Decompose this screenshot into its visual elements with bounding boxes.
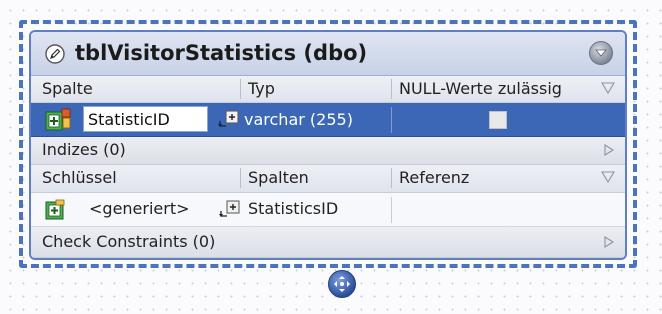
key-header-spalten: Spalten (248, 168, 309, 187)
connection-handle-icon[interactable] (328, 270, 356, 298)
column-name-field[interactable]: StatisticID (83, 106, 208, 132)
key-icon (45, 199, 65, 220)
nullable-checkbox[interactable] (489, 111, 507, 129)
expand-icon[interactable] (218, 110, 240, 130)
table-design-box[interactable]: tblVisitorStatistics (dbo) Spalte Typ NU… (29, 30, 627, 260)
check-constraints-section[interactable]: Check Constraints (0) (31, 227, 625, 258)
column-name: StatisticID (88, 110, 170, 129)
key-name[interactable]: <generiert> (89, 199, 190, 218)
filter-icon[interactable] (601, 171, 615, 183)
check-constraints-label: Check Constraints (0) (42, 232, 216, 251)
collapse-icon[interactable] (589, 41, 613, 65)
column-type[interactable]: varchar (255) (244, 110, 353, 129)
key-row[interactable]: <generiert> StatisticsID (31, 193, 625, 227)
filter-icon[interactable] (601, 82, 615, 94)
column-separator (391, 197, 392, 223)
column-header-null: NULL-Werte zulässig (399, 79, 562, 98)
expand-icon[interactable] (603, 144, 615, 156)
column-separator (240, 79, 241, 99)
design-canvas[interactable]: tblVisitorStatistics (dbo) Spalte Typ NU… (0, 0, 662, 314)
keys-header-row: Schlüssel Spalten Referenz (31, 165, 625, 193)
indexes-section[interactable]: Indizes (0) (31, 137, 625, 165)
column-row[interactable]: StatisticID varchar (255) (31, 103, 625, 137)
indexes-label: Indizes (0) (42, 140, 126, 159)
primary-key-column-icon (45, 108, 71, 131)
columns-header-row: Spalte Typ NULL-Werte zulässig (31, 76, 625, 103)
pencil-icon[interactable] (45, 44, 65, 64)
table-title: tblVisitorStatistics (dbo) (75, 41, 368, 65)
table-title-bar[interactable]: tblVisitorStatistics (dbo) (31, 32, 625, 76)
expand-icon[interactable] (219, 200, 241, 220)
column-separator (391, 107, 392, 133)
key-columns[interactable]: StatisticsID (248, 199, 338, 218)
column-separator (240, 168, 241, 188)
column-separator (391, 168, 392, 188)
column-header-typ: Typ (248, 79, 275, 98)
key-header-referenz: Referenz (399, 168, 470, 187)
expand-icon[interactable] (603, 236, 615, 248)
column-separator (391, 79, 392, 99)
key-header-schluessel: Schlüssel (42, 168, 117, 187)
column-header-spalte: Spalte (42, 79, 93, 98)
